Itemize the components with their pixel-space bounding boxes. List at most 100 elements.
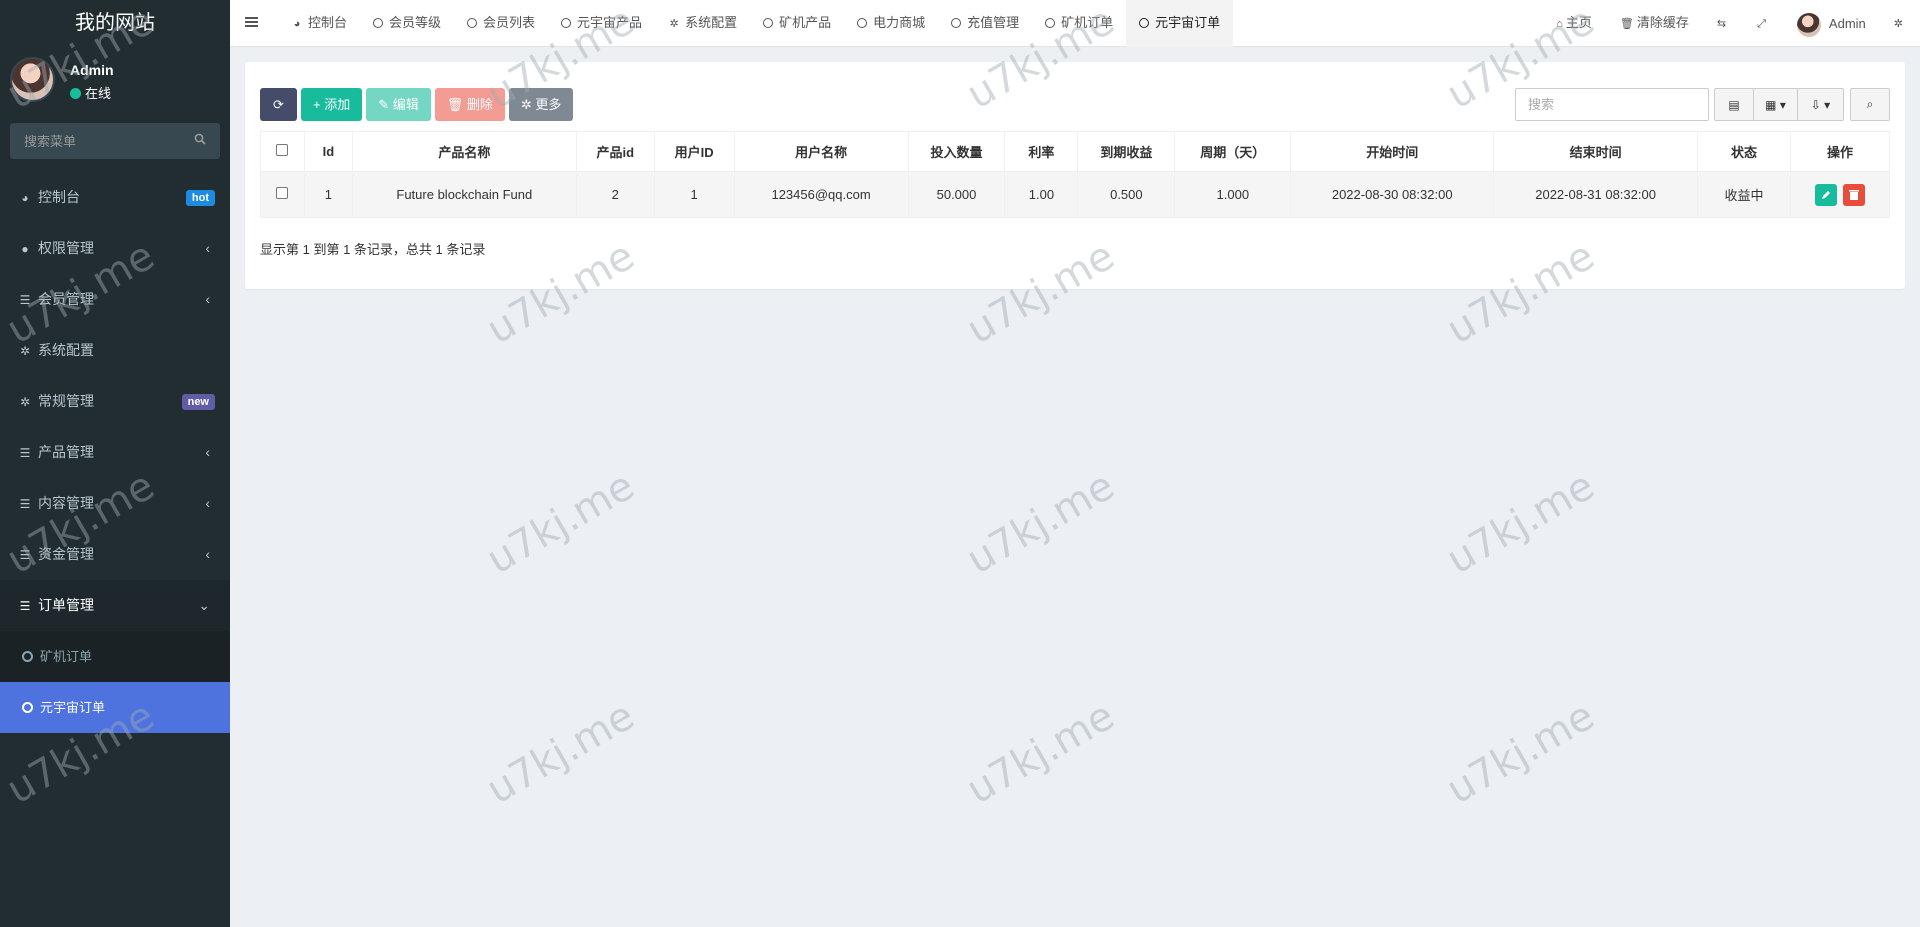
tab-label: 电力商城: [873, 15, 926, 30]
status-label: 在线: [85, 86, 112, 101]
advanced-search-button[interactable]: ⌕: [1850, 88, 1890, 121]
column-header[interactable]: 周期（天）: [1174, 131, 1292, 172]
table-row[interactable]: 1 Future blockchain Fund 2 1 123456@qq.c…: [260, 171, 1891, 218]
sidebar-item-funds[interactable]: ☰ 资金管理 ‹: [0, 529, 230, 580]
clear-cache-button[interactable]: 🗑 清除缓存: [1606, 0, 1703, 48]
tab-metaverse-products[interactable]: 元宇宙产品: [548, 0, 655, 47]
tab-member-levels[interactable]: 会员等级: [360, 0, 454, 47]
download-icon: ⇩ ▾: [1810, 97, 1831, 112]
site-logo[interactable]: 我的网站: [0, 0, 230, 45]
circle-icon: [22, 702, 33, 713]
sidebar-item-dashboard[interactable]: ◕ 控制台 hot: [0, 172, 230, 223]
table-search-input[interactable]: [1515, 88, 1709, 121]
sidebar-item-products[interactable]: ☰ 产品管理 ‹: [0, 427, 230, 478]
pencil-icon: [1822, 190, 1831, 199]
add-button[interactable]: + 添加: [301, 88, 363, 121]
column-header[interactable]: 结束时间: [1493, 131, 1699, 172]
list-icon: ☰: [19, 599, 31, 613]
edit-label: 编辑: [392, 97, 419, 112]
menu-search-input[interactable]: [10, 123, 220, 159]
new-badge: new: [181, 394, 215, 410]
row-delete-button[interactable]: [1842, 183, 1865, 206]
tab-miner-orders[interactable]: 矿机订单: [1032, 0, 1126, 47]
sidebar-item-label: 内容管理: [38, 495, 94, 511]
trash-icon: 🗑: [446, 97, 467, 112]
tab-member-list[interactable]: 会员列表: [454, 0, 548, 47]
column-header[interactable]: Id: [303, 131, 353, 172]
circle-icon: [1139, 18, 1150, 28]
circle-icon: [857, 18, 868, 28]
search-icon[interactable]: [194, 133, 206, 145]
row-edit-button[interactable]: [1815, 183, 1838, 206]
cell-product-name: Future blockchain Fund: [351, 171, 577, 218]
sidebar-subitem-label: 元宇宙订单: [40, 700, 106, 715]
column-header[interactable]: 产品id: [575, 131, 655, 172]
user-panel: Admin 在线: [0, 45, 230, 105]
watermark: u7kj.me: [479, 692, 643, 814]
column-header[interactable]: 产品名称: [351, 131, 577, 172]
tab-dashboard[interactable]: ◕ 控制台: [278, 0, 360, 47]
cell-amount: 50.000: [907, 171, 1006, 218]
column-header[interactable]: 利率: [1004, 131, 1079, 172]
column-header: 操作: [1789, 131, 1891, 172]
export-button[interactable]: ⇩ ▾: [1798, 88, 1844, 121]
more-button[interactable]: ✲ 更多: [508, 88, 574, 121]
sidebar-item-members[interactable]: ☰ 会员管理 ‹: [0, 274, 230, 325]
refresh-icon: ⟳: [273, 97, 284, 112]
online-dot-icon: [70, 88, 81, 99]
sidebar-item-orders[interactable]: ☰ 订单管理 ⌄: [0, 580, 230, 631]
sidebar-subitem-miner-orders[interactable]: 矿机订单: [0, 631, 230, 682]
edit-button[interactable]: ✎ 编辑: [366, 88, 431, 121]
watermark: u7kj.me: [1439, 462, 1603, 584]
chevron-down-icon: ⌄: [198, 597, 210, 613]
tab-metaverse-orders[interactable]: 元宇宙订单: [1126, 0, 1234, 47]
tab-recharge[interactable]: 充值管理: [938, 0, 1032, 47]
hamburger-icon[interactable]: [244, 14, 260, 30]
refresh-button[interactable]: ⟳: [260, 88, 297, 121]
column-header[interactable]: 到期收益: [1077, 131, 1176, 172]
table-header-row: Id 产品名称 产品id 用户ID 用户名称 投入数量 利率 到期收益 周期（天…: [260, 131, 1891, 172]
tab-system-config[interactable]: ✲ 系统配置: [655, 0, 750, 47]
sidebar-subitem-metaverse-orders[interactable]: 元宇宙订单: [0, 682, 230, 733]
row-checkbox[interactable]: [276, 187, 289, 199]
dashboard-icon: ◕: [293, 18, 301, 30]
top-navbar: ◕ 控制台 会员等级 会员列表 元宇宙产品 ✲ 系统配置 矿机产品 电力商城 充值管…: [230, 0, 1920, 47]
cell-product-id: 2: [575, 171, 655, 218]
user-menu[interactable]: Admin: [1783, 0, 1880, 47]
sidebar-item-system-config[interactable]: ✲ 系统配置: [0, 325, 230, 376]
column-header[interactable]: 投入数量: [907, 131, 1006, 172]
home-icon: ⌂: [1556, 18, 1563, 30]
gear-icon: ✲: [669, 18, 679, 30]
column-header[interactable]: 用户名称: [733, 131, 909, 172]
tab-miner-products[interactable]: 矿机产品: [750, 0, 844, 47]
cell-start-time: 2022-08-30 08:32:00: [1290, 171, 1495, 218]
delete-button[interactable]: 🗑 删除: [434, 88, 505, 121]
sidebar-item-content[interactable]: ☰ 内容管理 ‹: [0, 478, 230, 529]
sidebar-menu: ◕ 控制台 hot ● 权限管理 ‹ ☰ 会员管理 ‹ ✲ 系统配置 ✲ 常规管理 new ☰ 产品…: [0, 172, 230, 733]
select-all-checkbox[interactable]: [276, 144, 289, 156]
orders-table: Id 产品名称 产品id 用户ID 用户名称 投入数量 利率 到期收益 周期（天…: [260, 131, 1891, 218]
toggle-view-button[interactable]: ▤: [1714, 88, 1754, 121]
sidebar-item-label: 权限管理: [38, 240, 94, 256]
language-button[interactable]: ⇆: [1703, 0, 1743, 48]
grid-icon: ▦ ▾: [1765, 97, 1786, 112]
home-link[interactable]: ⌂ 主页: [1542, 0, 1606, 48]
fullscreen-button[interactable]: ⤢: [1743, 0, 1783, 48]
column-header[interactable]: 用户ID: [653, 131, 735, 172]
column-header[interactable]: 开始时间: [1290, 131, 1495, 172]
gears-icon: ✲: [19, 395, 31, 409]
sidebar-item-permissions[interactable]: ● 权限管理 ‹: [0, 223, 230, 274]
circle-icon: [373, 18, 384, 28]
cell-actions: [1789, 171, 1891, 218]
settings-button[interactable]: ✲: [1880, 0, 1920, 48]
pagination-summary: 显示第 1 到第 1 条记录，总共 1 条记录: [260, 242, 486, 257]
columns-button[interactable]: ▦ ▾: [1754, 88, 1798, 121]
clear-cache-label: 清除缓存: [1636, 15, 1689, 30]
tab-power-mall[interactable]: 电力商城: [844, 0, 938, 47]
trash-icon: [1848, 189, 1859, 200]
translate-icon: ⇆: [1716, 18, 1727, 30]
column-header[interactable]: 状态: [1697, 131, 1791, 172]
sidebar-item-general[interactable]: ✲ 常规管理 new: [0, 376, 230, 427]
fullscreen-icon: ⤢: [1757, 18, 1766, 30]
user-status: 在线: [70, 83, 111, 102]
